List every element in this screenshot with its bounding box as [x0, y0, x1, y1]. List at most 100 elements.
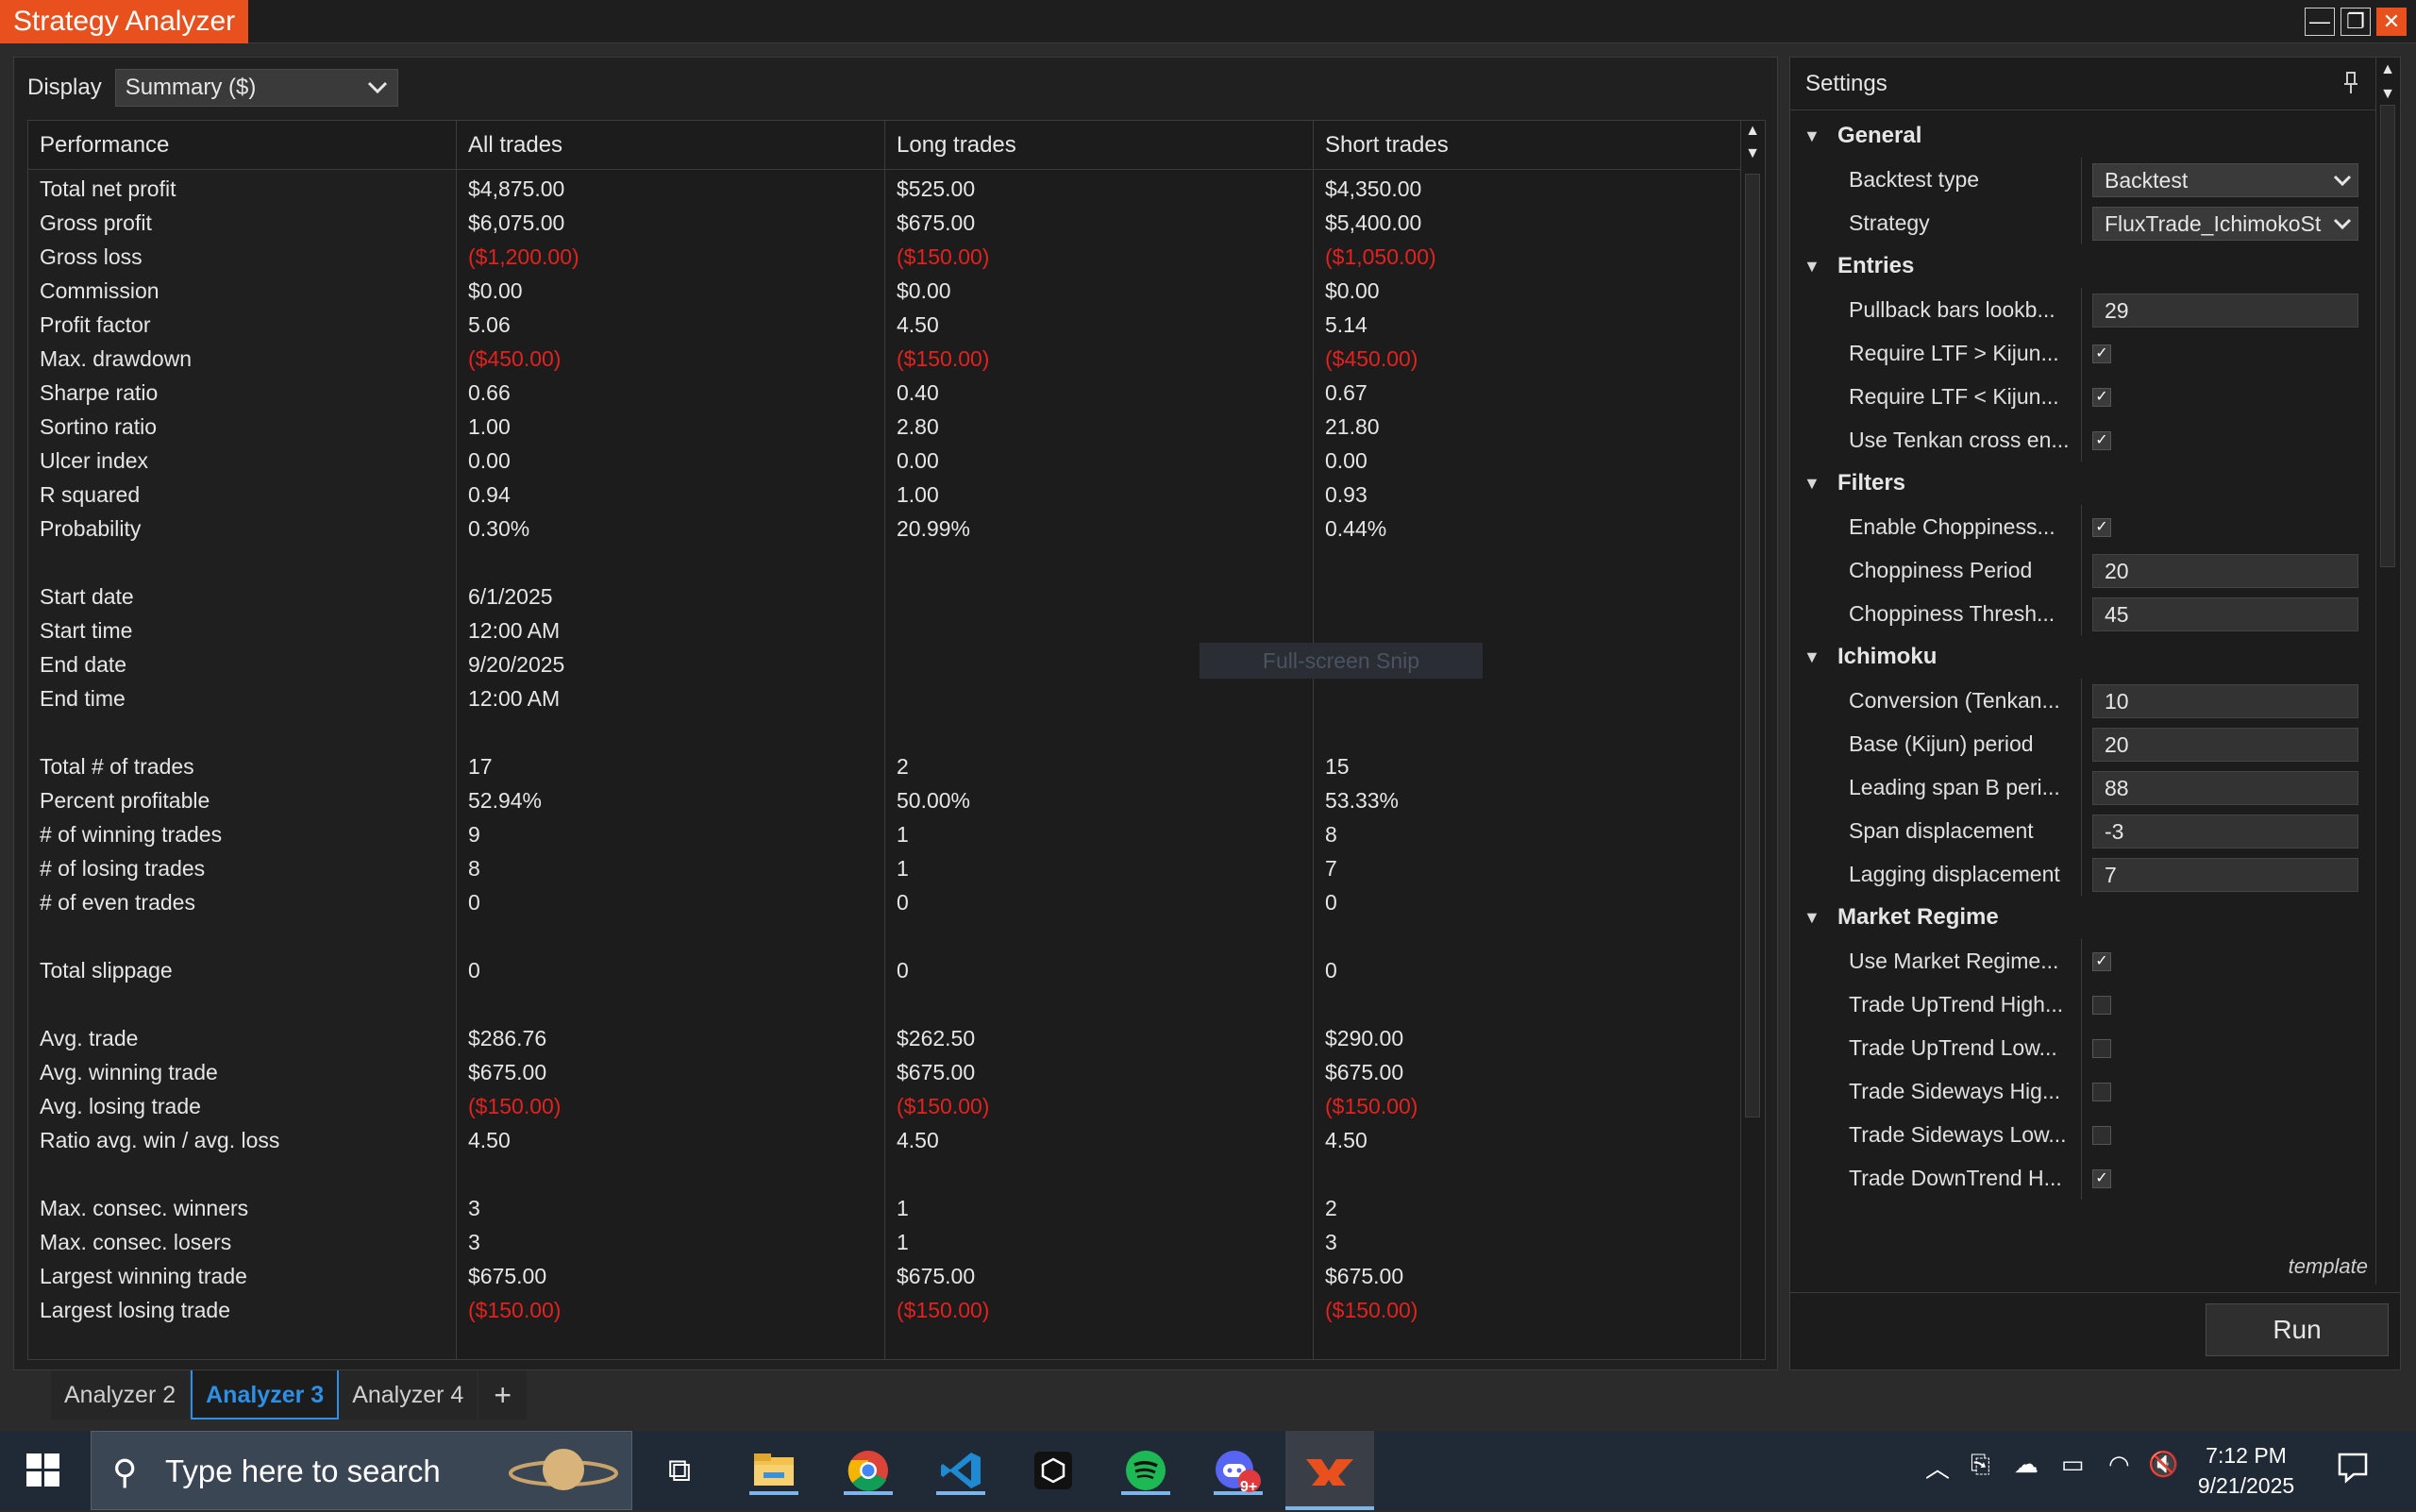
checkbox[interactable] — [2092, 1083, 2111, 1101]
category-filters[interactable]: ▼ Filters — [1790, 462, 2375, 505]
window-title: Strategy Analyzer — [0, 0, 249, 43]
checkbox[interactable]: ✓ — [2092, 952, 2111, 971]
column-header-all-trades[interactable]: All trades — [457, 121, 885, 170]
divider — [2081, 939, 2082, 983]
category-general[interactable]: ▼ General — [1790, 114, 2375, 158]
chevron-up-icon[interactable]: ︿ — [1925, 1450, 1950, 1485]
divider — [2081, 765, 2082, 809]
property-input[interactable]: 45 — [2092, 597, 2358, 631]
task-view-icon[interactable]: ⧉ — [655, 1446, 704, 1495]
property-input[interactable]: 20 — [2092, 554, 2358, 588]
checkbox[interactable] — [2092, 1039, 2111, 1058]
collapse-triangle-icon[interactable]: ▼ — [1804, 114, 1820, 158]
all-trades-cell: 3 — [468, 1230, 480, 1254]
notification-icon[interactable] — [2337, 1452, 2369, 1490]
property-input[interactable]: 20 — [2092, 728, 2358, 762]
checkbox[interactable] — [2092, 1126, 2111, 1145]
property-label: Use Market Regime... — [1849, 949, 2059, 973]
minimize-button[interactable]: — — [2305, 8, 2335, 36]
spotify-icon[interactable] — [1121, 1446, 1170, 1495]
collapse-triangle-icon[interactable]: ▼ — [1804, 896, 1820, 939]
taskbar-search[interactable]: ⚲ Type here to search — [91, 1431, 632, 1510]
property-label: Trade Sideways Low... — [1849, 1122, 2067, 1147]
short-trades-cell: $675.00 — [1325, 1264, 1404, 1288]
checkbox[interactable]: ✓ — [2092, 344, 2111, 363]
table-row: Start time 12:00 AM — [28, 613, 1742, 647]
file-explorer-icon[interactable] — [749, 1446, 798, 1495]
property-row: Conversion (Tenkan... 10 — [1790, 679, 2375, 722]
property-row: Choppiness Period 20 — [1790, 548, 2375, 592]
wifi-icon[interactable]: ◠ — [2108, 1450, 2130, 1479]
dropdown-value: FluxTrade_IchimokoSt — [2105, 211, 2322, 236]
scroll-down-icon[interactable]: ▼ — [2376, 86, 2399, 103]
windows-start-icon[interactable] — [26, 1453, 60, 1487]
column-header-short-trades[interactable]: Short trades — [1314, 121, 1742, 170]
checkbox[interactable]: ✓ — [2092, 388, 2111, 407]
grid-scrollbar[interactable]: ▲ ▼ — [1740, 121, 1765, 1359]
category-entries[interactable]: ▼ Entries — [1790, 244, 2375, 288]
table-row: Profit factor 5.06 4.50 5.14 — [28, 308, 1742, 342]
table-row: Ratio avg. win / avg. loss 4.50 4.50 4.50 — [28, 1123, 1742, 1157]
collapse-triangle-icon[interactable]: ▼ — [1804, 244, 1820, 288]
template-link[interactable]: template — [2289, 1254, 2368, 1279]
discord-icon[interactable]: 9+ — [1214, 1446, 1263, 1495]
scroll-up-icon[interactable]: ▲ — [2376, 61, 2399, 78]
settings-scrollbar[interactable]: ▲ ▼ — [2375, 58, 2400, 1285]
property-input[interactable]: -3 — [2092, 815, 2358, 848]
short-trades-cell: ($150.00) — [1325, 1094, 1418, 1118]
onedrive-icon[interactable]: ☁ — [2014, 1450, 2038, 1479]
property-dropdown[interactable]: Backtest — [2092, 163, 2358, 197]
checkbox[interactable]: ✓ — [2092, 1169, 2111, 1188]
tab-analyzer-2[interactable]: Analyzer 2 — [51, 1370, 192, 1420]
meet-now-icon[interactable]: ⎘ — [1971, 1450, 1990, 1480]
row-label: Commission — [40, 278, 159, 303]
property-input[interactable]: 7 — [2092, 858, 2358, 892]
divider — [2081, 201, 2082, 244]
clock-date: 9/21/2025 — [2197, 1473, 2295, 1498]
scroll-down-icon[interactable]: ▼ — [1741, 145, 1764, 162]
property-input[interactable]: 10 — [2092, 684, 2358, 718]
vscode-icon[interactable] — [936, 1446, 985, 1495]
row-label: Sortino ratio — [40, 414, 158, 439]
scrollbar-thumb[interactable] — [2380, 105, 2395, 567]
scroll-up-icon[interactable]: ▲ — [1741, 123, 1764, 140]
analyzer-tabs: Analyzer 2 Analyzer 3 Analyzer 4 + — [51, 1370, 528, 1420]
taskbar: ⚲ Type here to search ⧉ 9+ ︿ ⎘ ☁ ▭ ◠ 🔇 7… — [0, 1431, 2416, 1510]
checkbox[interactable]: ✓ — [2092, 518, 2111, 537]
strategy-app-icon[interactable] — [1285, 1431, 1374, 1510]
category-ichimoku[interactable]: ▼ Ichimoku — [1790, 635, 2375, 679]
clock[interactable]: 7:12 PM 9/21/2025 — [2171, 1440, 2322, 1501]
tab-analyzer-3[interactable]: Analyzer 3 — [191, 1370, 340, 1420]
collapse-triangle-icon[interactable]: ▼ — [1804, 635, 1820, 679]
chrome-icon[interactable] — [844, 1446, 893, 1495]
property-input[interactable]: 29 — [2092, 294, 2358, 328]
property-row: Base (Kijun) period 20 — [1790, 722, 2375, 765]
add-tab-button[interactable]: + — [478, 1370, 528, 1420]
battery-icon[interactable]: ▭ — [2061, 1450, 2085, 1479]
performance-grid: Performance All trades Long trades Short… — [27, 120, 1766, 1360]
display-dropdown[interactable]: Summary ($) — [114, 69, 398, 107]
table-row: Avg. winning trade $675.00 $675.00 $675.00 — [28, 1055, 1742, 1089]
column-header-performance[interactable]: Performance — [28, 121, 457, 170]
property-dropdown[interactable]: FluxTrade_IchimokoSt — [2092, 207, 2358, 241]
property-input[interactable]: 88 — [2092, 771, 2358, 805]
long-trades-cell: 50.00% — [897, 788, 971, 813]
column-header-long-trades[interactable]: Long trades — [885, 121, 1314, 170]
run-button[interactable]: Run — [2206, 1303, 2389, 1356]
discord-badge: 9+ — [1240, 1479, 1258, 1495]
checkbox[interactable]: ✓ — [2092, 431, 2111, 450]
all-trades-cell: 5.06 — [468, 312, 511, 337]
tab-analyzer-4[interactable]: Analyzer 4 — [339, 1370, 479, 1420]
restore-button[interactable]: ❐ — [2340, 8, 2371, 36]
pin-icon[interactable] — [2343, 58, 2358, 115]
close-button[interactable]: ✕ — [2376, 8, 2407, 36]
collapse-triangle-icon[interactable]: ▼ — [1804, 462, 1820, 505]
checkbox[interactable] — [2092, 996, 2111, 1015]
short-trades-cell: 15 — [1325, 754, 1350, 779]
app-cube-icon[interactable] — [1029, 1446, 1078, 1495]
short-trades-cell — [1314, 681, 1325, 715]
category-market-regime[interactable]: ▼ Market Regime — [1790, 896, 2375, 939]
scrollbar-thumb[interactable] — [1745, 174, 1760, 1117]
table-row: Sharpe ratio 0.66 0.40 0.67 — [28, 376, 1742, 410]
property-row: Strategy FluxTrade_IchimokoSt — [1790, 201, 2375, 244]
